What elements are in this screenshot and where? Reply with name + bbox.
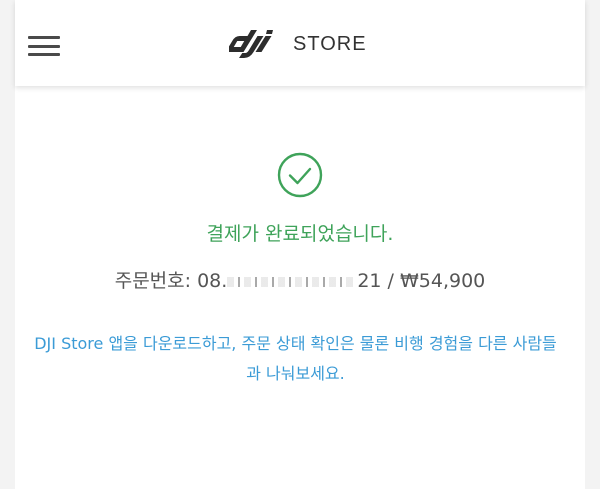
hamburger-menu-icon[interactable] [28, 36, 60, 56]
app-download-link[interactable]: DJI Store 앱을 다운로드하고, 주문 상태 확인은 물론 비행 경험을… [3, 329, 588, 389]
dji-logo-icon [229, 30, 273, 58]
order-number-suffix: 21 [357, 270, 382, 292]
order-number-redacted [227, 276, 358, 287]
order-separator: / [387, 270, 394, 292]
order-amount: ₩54,900 [400, 270, 486, 292]
dji-store-logo[interactable]: STORE [229, 28, 367, 60]
order-summary: 주문번호: 08. 21 / ₩54,900 [15, 266, 585, 293]
order-number-prefix: 08. [197, 270, 228, 292]
order-number-label: 주문번호: [114, 270, 192, 292]
store-wordmark: STORE [293, 32, 367, 55]
top-header: STORE [15, 0, 585, 86]
order-confirmation: 결제가 완료되었습니다. 주문번호: 08. 21 / ₩54,900 DJI S… [15, 86, 585, 489]
promo-line-1: DJI Store 앱을 다운로드하고, 주문 상태 확인은 물론 비행 경험을… [34, 334, 557, 353]
payment-complete-message: 결제가 완료되었습니다. [206, 223, 394, 245]
promo-line-2: 과 나눠보세요. [246, 364, 345, 383]
check-circle-icon [277, 152, 323, 198]
